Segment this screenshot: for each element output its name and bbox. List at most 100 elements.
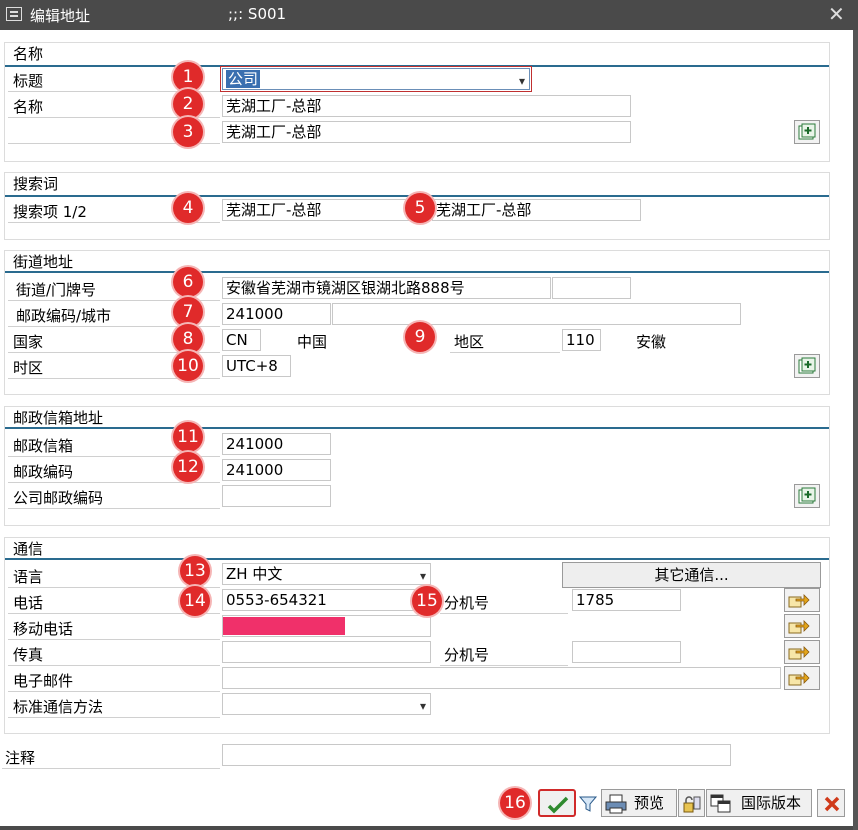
company-postal-input[interactable] bbox=[222, 485, 331, 507]
chevron-down-icon: ▾ bbox=[518, 74, 525, 88]
name2-input[interactable]: 芜湖工厂-总部 bbox=[222, 121, 631, 143]
other-communication-button[interactable]: 其它通信... bbox=[562, 562, 821, 588]
annotation-badge: 4 bbox=[173, 193, 203, 223]
language-selected-value: ZH 中文 bbox=[226, 565, 283, 583]
section-title-name: 名称 bbox=[13, 45, 44, 63]
annotation-badge: 1 bbox=[173, 62, 203, 92]
extension-input[interactable]: 1785 bbox=[572, 589, 681, 611]
annotation-badge: 10 bbox=[173, 351, 203, 381]
redacted-mobile-number bbox=[223, 617, 345, 635]
close-icon bbox=[824, 796, 840, 812]
label-mobile: 移动电话 bbox=[13, 620, 74, 638]
preview-label: 预览 bbox=[634, 794, 665, 812]
annotation-badge: 13 bbox=[180, 556, 210, 586]
chevron-down-icon: ▾ bbox=[419, 569, 426, 583]
window-bottom-edge bbox=[0, 826, 853, 830]
mobile-details-button[interactable] bbox=[784, 614, 820, 638]
preview-button[interactable]: 预览 bbox=[601, 789, 677, 817]
section-title-street: 街道地址 bbox=[13, 253, 74, 271]
section-divider bbox=[5, 65, 829, 67]
country-name: 中国 bbox=[297, 333, 328, 351]
close-icon[interactable]: ✕ bbox=[828, 2, 845, 26]
label-region: 地区 bbox=[454, 333, 485, 351]
search-term1-input[interactable]: 芜湖工厂-总部 bbox=[222, 199, 410, 221]
filter-icon bbox=[578, 796, 598, 812]
section-divider bbox=[5, 558, 829, 560]
fax-input[interactable] bbox=[222, 641, 431, 663]
annotation-badge: 15 bbox=[412, 586, 442, 616]
checkmark-icon bbox=[547, 796, 569, 814]
cancel-button[interactable] bbox=[817, 789, 845, 817]
intl-version-label: 国际版本 bbox=[741, 794, 802, 812]
region-code-input[interactable]: 110 bbox=[562, 329, 601, 351]
label-email: 电子邮件 bbox=[13, 672, 74, 690]
chevron-down-icon: ▾ bbox=[419, 699, 426, 713]
section-divider bbox=[5, 271, 829, 273]
more-fields-button[interactable] bbox=[794, 120, 820, 144]
edit-window-icon bbox=[6, 7, 22, 21]
house-number-input[interactable] bbox=[552, 277, 631, 299]
region-name: 安徽 bbox=[636, 333, 667, 351]
annotation-badge: 5 bbox=[405, 193, 435, 223]
expand-icon bbox=[798, 487, 816, 504]
fax-extension-input[interactable] bbox=[572, 641, 681, 663]
label-language: 语言 bbox=[13, 568, 44, 586]
label-country: 国家 bbox=[13, 333, 44, 351]
more-address-fields-button[interactable] bbox=[794, 354, 820, 378]
notes-input[interactable] bbox=[222, 744, 731, 766]
section-title-search: 搜索词 bbox=[13, 175, 59, 193]
section-title-comm: 通信 bbox=[13, 540, 44, 558]
phone-details-button[interactable] bbox=[784, 588, 820, 612]
label-std-method: 标准通信方法 bbox=[13, 698, 104, 716]
arrow-right-icon bbox=[788, 620, 810, 634]
std-method-dropdown[interactable]: ▾ bbox=[222, 693, 431, 715]
label-phone: 电话 bbox=[13, 594, 44, 612]
more-pobox-fields-button[interactable] bbox=[794, 484, 820, 508]
email-details-button[interactable] bbox=[784, 666, 820, 690]
fax-details-button[interactable] bbox=[784, 640, 820, 664]
postal-code-input[interactable]: 241000 bbox=[222, 303, 331, 325]
label-company-postal: 公司邮政编码 bbox=[13, 489, 104, 507]
annotation-badge: 12 bbox=[173, 452, 203, 482]
country-code-input[interactable]: CN bbox=[222, 329, 261, 351]
label-fax: 传真 bbox=[13, 646, 44, 664]
street-input[interactable]: 安徽省芜湖市镜湖区银湖北路888号 bbox=[222, 277, 551, 299]
label-notes: 注释 bbox=[5, 749, 36, 767]
annotation-badge: 8 bbox=[173, 324, 203, 354]
annotation-badge: 7 bbox=[173, 297, 203, 327]
annotation-badge: 14 bbox=[180, 586, 210, 616]
arrow-right-icon bbox=[788, 594, 810, 608]
confirm-button[interactable] bbox=[538, 789, 576, 817]
expand-icon bbox=[798, 357, 816, 374]
filter-button[interactable] bbox=[577, 789, 599, 817]
label-extension: 分机号 bbox=[444, 594, 490, 612]
timezone-input[interactable]: UTC+8 bbox=[222, 355, 291, 377]
label-search-term: 搜索项 1/2 bbox=[13, 203, 87, 221]
label-po-box: 邮政信箱 bbox=[13, 437, 74, 455]
annotation-badge: 9 bbox=[405, 322, 435, 352]
annotation-badge: 11 bbox=[173, 422, 203, 452]
label-name: 名称 bbox=[13, 98, 44, 116]
copy-windows-icon bbox=[710, 794, 731, 813]
search-term2-input[interactable]: 芜湖工厂-总部 bbox=[432, 199, 641, 221]
po-postal-input[interactable]: 241000 bbox=[222, 459, 331, 481]
label-title: 标题 bbox=[13, 72, 44, 90]
city-input[interactable] bbox=[332, 303, 741, 325]
name1-input[interactable]: 芜湖工厂-总部 bbox=[222, 95, 631, 117]
lock-button[interactable] bbox=[678, 789, 705, 817]
label-fax-extension: 分机号 bbox=[444, 646, 490, 664]
annotation-badge: 2 bbox=[173, 89, 203, 119]
international-version-button[interactable]: 国际版本 bbox=[706, 789, 812, 817]
title-dropdown[interactable]: 公司 ▾ bbox=[220, 66, 532, 92]
phone-input[interactable]: 0553-654321 bbox=[222, 589, 431, 611]
label-po-postal: 邮政编码 bbox=[13, 463, 74, 481]
section-divider bbox=[5, 427, 829, 429]
email-input[interactable] bbox=[222, 667, 781, 689]
section-title-pobox: 邮政信箱地址 bbox=[13, 409, 104, 427]
label-postal-city: 邮政编码/城市 bbox=[16, 307, 112, 325]
expand-icon bbox=[798, 123, 816, 140]
po-box-input[interactable]: 241000 bbox=[222, 433, 331, 455]
arrow-right-icon bbox=[788, 646, 810, 660]
annotation-badge: 6 bbox=[173, 267, 203, 297]
language-dropdown[interactable]: ZH 中文 ▾ bbox=[222, 563, 431, 585]
